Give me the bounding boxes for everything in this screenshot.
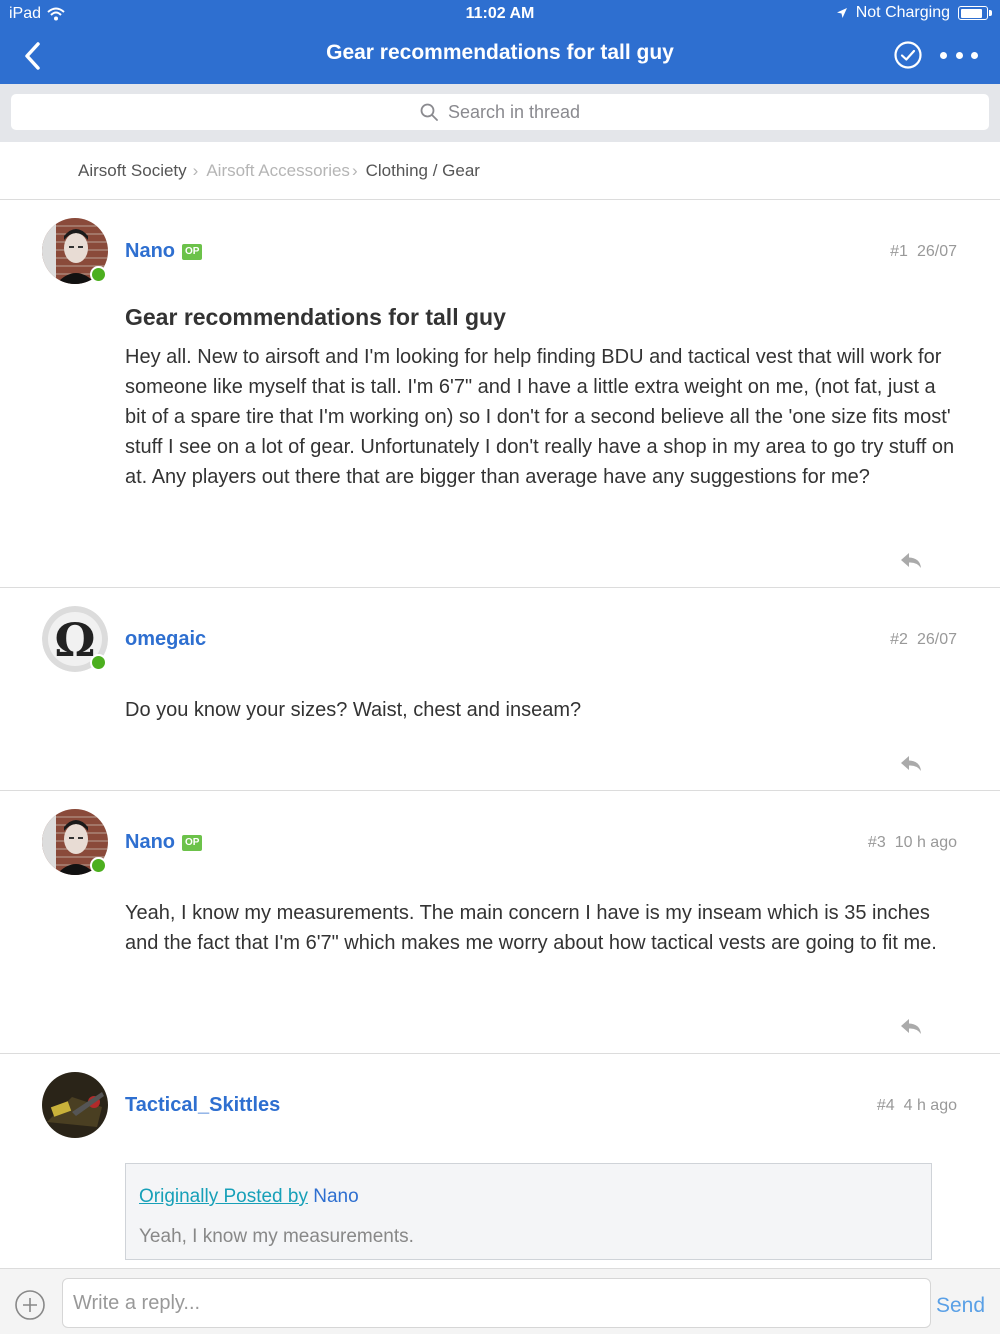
reply-button[interactable]: [898, 1016, 924, 1036]
nav-title: Gear recommendations for tall guy: [326, 41, 674, 64]
charging-status: Not Charging: [855, 4, 950, 21]
post-body: Yeah, I know my measurements. The main c…: [125, 902, 937, 954]
reply-input[interactable]: [62, 1278, 931, 1328]
post-date: 4 h ago: [903, 1097, 957, 1114]
post-author[interactable]: Nano OP: [125, 831, 203, 854]
attach-button[interactable]: [14, 1289, 46, 1321]
post-meta: #2 26/07: [890, 631, 957, 649]
quote-text: Yeah, I know my measurements.: [139, 1226, 414, 1247]
search-input[interactable]: Search in thread: [11, 94, 989, 130]
search-placeholder: Search in thread: [447, 101, 581, 122]
post-3: Nano OP #3 10 h ago Yeah, I know my measu…: [0, 791, 1000, 1054]
author-name: omegaic: [125, 628, 207, 650]
author-name: Nano: [125, 831, 175, 853]
post-meta: #3 10 h ago: [868, 834, 957, 852]
post-number: #4: [876, 1097, 895, 1114]
breadcrumb-item-airsoft-accessories[interactable]: Airsoft Accessories: [206, 161, 350, 181]
op-badge: OP: [182, 243, 203, 260]
location-arrow-icon: [836, 8, 847, 18]
more-dot: [955, 51, 963, 59]
post-date: 26/07: [916, 243, 957, 260]
battery-icon: [958, 6, 992, 20]
post-meta: #4 4 h ago: [877, 1097, 957, 1115]
check-circle-icon: [894, 41, 922, 69]
author-name: Tactical_Skittles: [125, 1094, 281, 1116]
op-badge: OP: [182, 834, 203, 851]
breadcrumb: Airsoft Society › Airsoft Accessories › …: [0, 142, 1000, 200]
quote-header: Originally Posted by Nano: [139, 1186, 359, 1208]
more-dots-icon: [940, 51, 947, 59]
post-number: #3: [867, 834, 886, 851]
post-date: 10 h ago: [894, 834, 957, 851]
post-body: Hey all. New to airsoft and I'm looking …: [125, 346, 955, 488]
avatar-image: [42, 1072, 108, 1138]
post-1: Nano OP #1 26/07 Gear recommendations for…: [0, 200, 1000, 588]
reply-composer: Send: [0, 1268, 1000, 1334]
breadcrumb-item-airsoft-society[interactable]: Airsoft Society: [78, 161, 187, 181]
post-title: Gear recommendations for tall guy: [125, 304, 506, 330]
post-body: Do you know your sizes? Waist, chest and…: [125, 699, 582, 721]
search-icon: [420, 103, 438, 121]
reply-icon: [901, 756, 921, 771]
breadcrumb-item-clothing-gear[interactable]: Clothing / Gear: [366, 161, 480, 181]
post-2: Ω omegaic #2 26/07 Do you know your sizes…: [0, 588, 1000, 791]
quote-block: Originally Posted by Nano Yeah, I know m…: [125, 1163, 932, 1260]
more-dot: [971, 51, 978, 59]
post-meta: #1 26/07: [890, 243, 957, 261]
post-4: Tactical_Skittles #4 4 h ago Originally P…: [0, 1054, 1000, 1268]
chevron-right-icon: ›: [351, 161, 358, 180]
status-bar: iPad 11:02 AM Not Charging: [0, 0, 1000, 28]
post-author[interactable]: omegaic: [125, 628, 206, 651]
online-indicator: [90, 654, 107, 671]
online-indicator: [90, 266, 107, 283]
avatar[interactable]: [42, 1072, 108, 1138]
reply-icon: [901, 1019, 921, 1034]
reply-icon: [901, 553, 921, 568]
svg-text:Ω: Ω: [55, 613, 96, 667]
quote-author[interactable]: Nano: [313, 1186, 358, 1207]
quote-source-link[interactable]: Originally Posted by: [139, 1186, 308, 1207]
online-indicator: [90, 857, 107, 874]
reply-button[interactable]: [898, 550, 924, 570]
reply-button[interactable]: [898, 753, 924, 773]
post-author[interactable]: Nano OP: [125, 240, 203, 263]
mark-read-button[interactable]: [893, 40, 923, 70]
post-number: #2: [890, 631, 908, 648]
more-options-button[interactable]: [940, 42, 978, 68]
send-button[interactable]: Send: [936, 1294, 985, 1318]
search-area: Search in thread: [0, 84, 1000, 142]
post-date: 26/07: [916, 631, 957, 648]
post-number: #1: [890, 243, 908, 260]
top-bar: iPad 11:02 AM Not Charging Gear recommen…: [0, 0, 1000, 84]
author-name: Nano: [125, 240, 175, 262]
chevron-right-icon: ›: [192, 161, 199, 180]
post-author[interactable]: Tactical_Skittles: [125, 1094, 280, 1117]
plus-circle-icon: [15, 1290, 45, 1320]
nav-bar: Gear recommendations for tall guy: [0, 28, 1000, 84]
status-right: Not Charging: [836, 4, 992, 22]
